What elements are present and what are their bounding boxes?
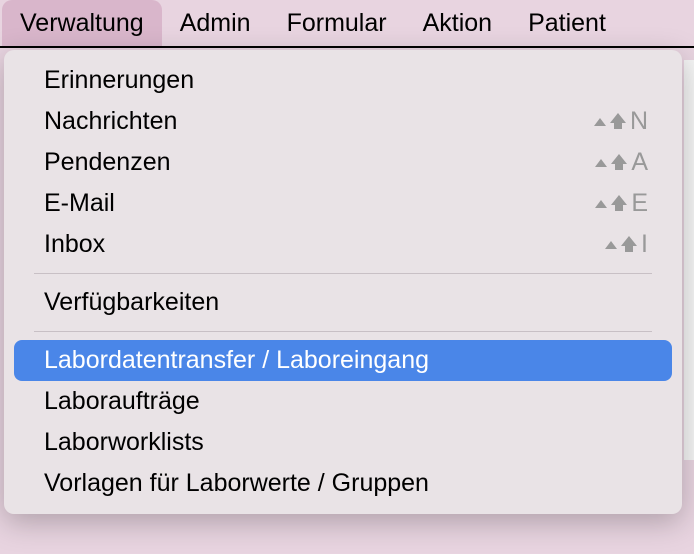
menu-item-pendenzen[interactable]: Pendenzen A (14, 142, 672, 183)
menu-item-email[interactable]: E-Mail E (14, 183, 672, 224)
menu-admin[interactable]: Admin (162, 0, 269, 46)
menu-label: Verwaltung (20, 9, 144, 38)
menu-item-laborworklists[interactable]: Laborworklists (14, 422, 672, 463)
keyboard-shortcut: I (605, 230, 650, 259)
menu-patient[interactable]: Patient (510, 0, 624, 46)
shortcut-letter: E (631, 189, 650, 218)
shift-key-icon (610, 113, 626, 131)
menu-item-label: Inbox (44, 230, 605, 259)
menu-item-label: Erinnerungen (44, 66, 650, 95)
shortcut-letter: I (641, 230, 650, 259)
menu-verwaltung[interactable]: Verwaltung (2, 0, 162, 46)
shortcut-letter: A (631, 148, 650, 177)
menu-item-erinnerungen[interactable]: Erinnerungen (14, 60, 672, 101)
menu-separator (34, 273, 652, 274)
menu-item-inbox[interactable]: Inbox I (14, 224, 672, 265)
menu-item-vorlagen-laborwerte[interactable]: Vorlagen für Laborwerte / Gruppen (14, 463, 672, 504)
menu-item-label: Verfügbarkeiten (44, 288, 650, 317)
menu-item-label: Nachrichten (44, 107, 594, 136)
menu-item-laborauftraege[interactable]: Laboraufträge (14, 381, 672, 422)
menu-label: Patient (528, 9, 606, 38)
menu-separator (34, 331, 652, 332)
menu-item-label: Vorlagen für Laborwerte / Gruppen (44, 469, 650, 498)
menu-item-label: Labordatentransfer / Laboreingang (44, 346, 650, 375)
menu-item-verfuegbarkeiten[interactable]: Verfügbarkeiten (14, 282, 672, 323)
menu-label: Admin (180, 9, 251, 38)
menu-item-label: Laborworklists (44, 428, 650, 457)
shortcut-letter: N (630, 107, 650, 136)
menu-label: Aktion (423, 9, 492, 38)
menu-label: Formular (287, 9, 387, 38)
menu-item-label: Laboraufträge (44, 387, 650, 416)
control-key-icon (605, 241, 617, 249)
background-fragment (684, 60, 694, 460)
menu-aktion[interactable]: Aktion (405, 0, 510, 46)
control-key-icon (594, 118, 606, 126)
menu-item-label: Pendenzen (44, 148, 595, 177)
keyboard-shortcut: E (595, 189, 650, 218)
keyboard-shortcut: A (595, 148, 650, 177)
shift-key-icon (611, 154, 627, 172)
shift-key-icon (611, 195, 627, 213)
control-key-icon (595, 159, 607, 167)
menu-formular[interactable]: Formular (269, 0, 405, 46)
keyboard-shortcut: N (594, 107, 650, 136)
menu-item-nachrichten[interactable]: Nachrichten N (14, 101, 672, 142)
dropdown-menu: Erinnerungen Nachrichten N Pendenzen A E… (4, 50, 682, 514)
menubar: Verwaltung Admin Formular Aktion Patient (0, 0, 694, 48)
menu-item-label: E-Mail (44, 189, 595, 218)
control-key-icon (595, 200, 607, 208)
menu-item-labordatentransfer[interactable]: Labordatentransfer / Laboreingang (14, 340, 672, 381)
shift-key-icon (621, 236, 637, 254)
